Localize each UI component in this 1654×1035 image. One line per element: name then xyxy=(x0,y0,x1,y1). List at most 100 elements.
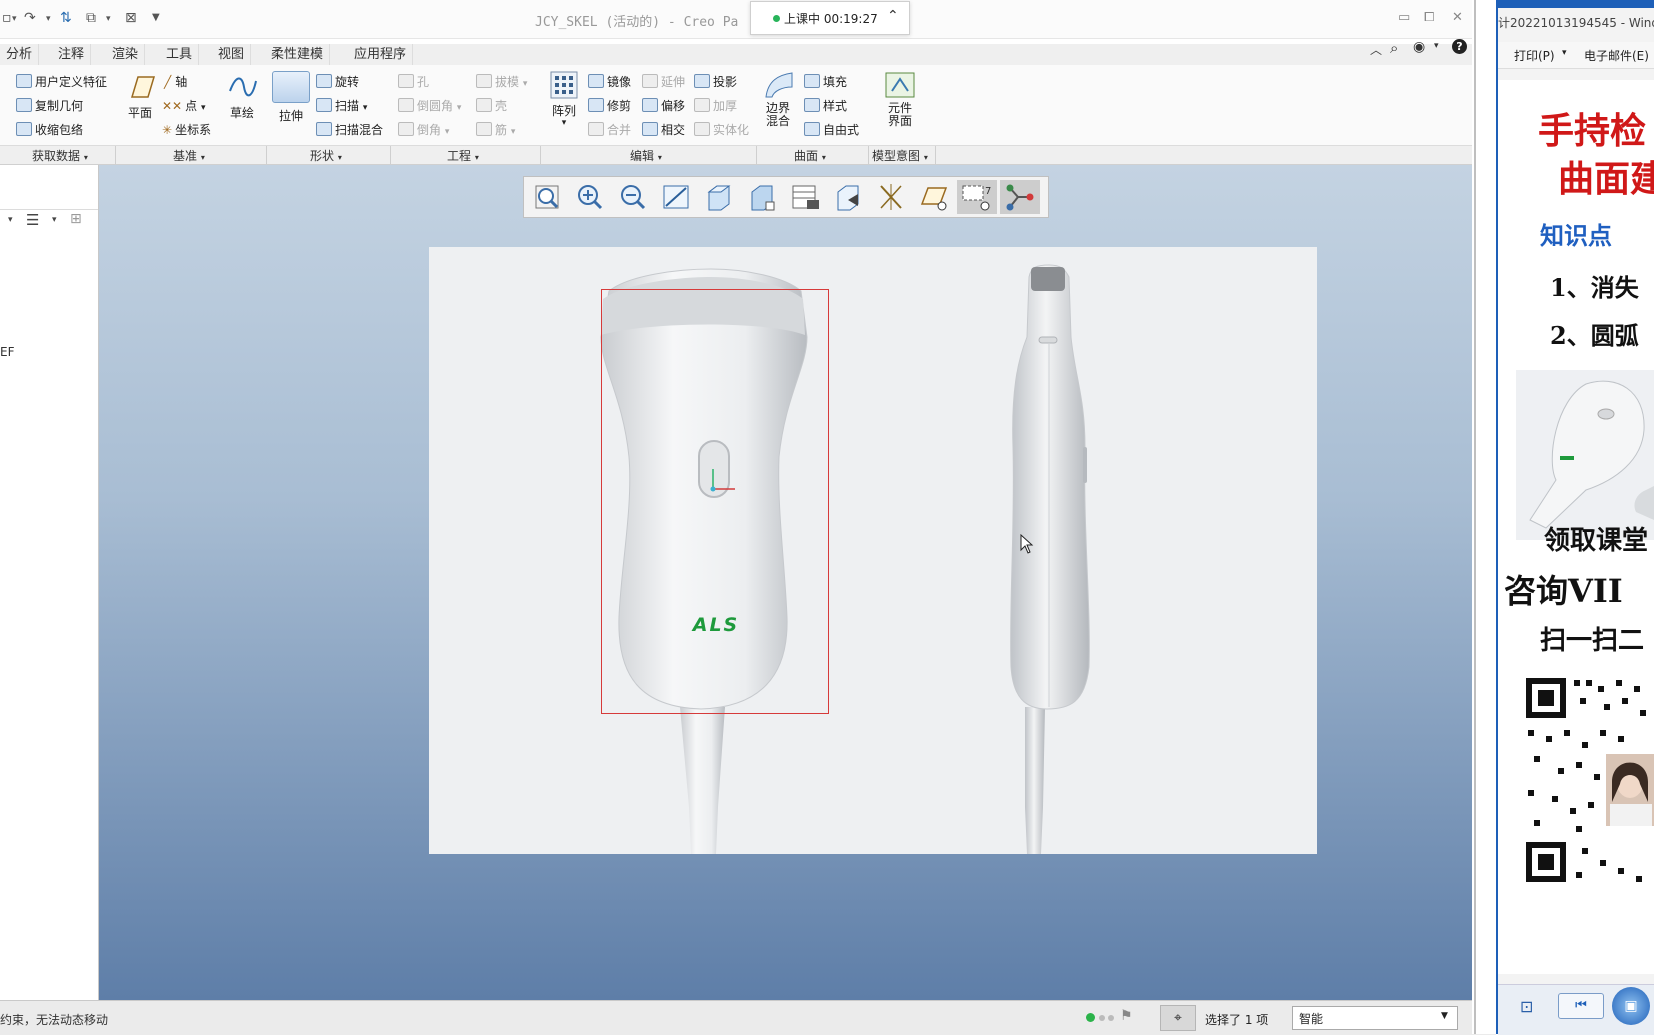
group-engineering[interactable]: 工程 ▾ xyxy=(447,147,479,164)
shell-button[interactable]: 壳 xyxy=(476,97,507,114)
zoom-in-button[interactable] xyxy=(570,180,610,214)
sketch-button[interactable]: 草绘 xyxy=(224,73,260,121)
thicken-button[interactable]: 加厚 xyxy=(694,97,737,114)
recording-timer[interactable]: 上课中 00:19:27 ⌃ xyxy=(750,1,910,35)
freestyle-button[interactable]: 自由式 xyxy=(804,121,859,138)
dropdown-arrow-icon[interactable]: ▾ xyxy=(511,127,516,137)
close-icon[interactable]: ✕ xyxy=(1452,10,1463,25)
flag-icon[interactable]: ⚑ xyxy=(1120,1008,1133,1024)
group-get-data[interactable]: 获取数据 ▾ xyxy=(32,147,88,164)
extrude-button[interactable]: 拉伸 xyxy=(271,71,311,124)
view-manager-button[interactable] xyxy=(785,180,825,214)
fill-button[interactable]: 填充 xyxy=(804,73,847,90)
email-menu[interactable]: 电子邮件(E) xyxy=(1584,47,1649,64)
windows-icon[interactable]: ⧉ xyxy=(86,10,96,26)
minimize-icon[interactable]: ▭ xyxy=(1398,10,1410,25)
tab-view[interactable]: 视图 xyxy=(212,44,252,65)
style-button[interactable]: 样式 xyxy=(804,97,847,114)
offset-button[interactable]: 偏移 xyxy=(642,97,685,114)
group-editing[interactable]: 编辑 ▾ xyxy=(630,147,662,164)
tab-render[interactable]: 渲染 xyxy=(106,44,146,65)
sweep-button[interactable]: 扫描 ▾ xyxy=(316,97,367,114)
selection-filter-dropdown[interactable]: 智能 ▼ xyxy=(1292,1006,1458,1030)
dropdown-arrow-icon[interactable]: ▾ xyxy=(1434,41,1439,51)
tab-annotate[interactable]: 注释 xyxy=(52,44,92,65)
search-icon[interactable]: ⌕ xyxy=(1390,39,1398,57)
redo-icon[interactable]: ↷ xyxy=(24,10,36,26)
zoom-out-button[interactable] xyxy=(613,180,653,214)
group-shapes[interactable]: 形状 ▾ xyxy=(310,147,342,164)
regenerate-icon[interactable]: ⇅ xyxy=(60,10,72,26)
project-button[interactable]: 投影 xyxy=(694,73,737,90)
round-button[interactable]: 倒圆角 ▾ xyxy=(398,97,461,114)
dropdown-arrow-icon[interactable]: ▾ xyxy=(106,14,111,24)
dropdown-arrow-icon[interactable]: ▾ xyxy=(457,103,462,113)
mirror-button[interactable]: 镜像 xyxy=(588,73,631,90)
previous-image-button[interactable]: ⏮ xyxy=(1558,993,1604,1019)
dropdown-arrow-icon[interactable]: ▾ xyxy=(52,215,57,225)
csys-button[interactable]: ✳ 坐标系 xyxy=(162,121,211,138)
revolve-button[interactable]: 旋转 xyxy=(316,73,359,90)
collapse-ribbon-icon[interactable]: ︿ xyxy=(1370,41,1382,58)
pattern-button[interactable]: 阵列 ▾ xyxy=(548,71,580,128)
group-datum[interactable]: 基准 ▾ xyxy=(173,147,205,164)
saved-orientations-button[interactable] xyxy=(742,180,782,214)
maximize-icon[interactable]: ⧠ xyxy=(1424,10,1434,25)
datum-planes-display-button[interactable] xyxy=(914,180,954,214)
tab-analysis[interactable]: 分析 xyxy=(0,44,40,65)
dropdown-arrow-icon[interactable]: ▾ xyxy=(46,14,51,24)
boundary-blend-button[interactable]: 边界 混合 xyxy=(760,71,796,128)
save-icon[interactable]: ▫ xyxy=(2,10,12,26)
play-slideshow-button[interactable]: ▣ xyxy=(1612,987,1650,1025)
intersect-button[interactable]: 相交 xyxy=(642,121,685,138)
dropdown-arrow-icon[interactable]: ▾ xyxy=(445,127,450,137)
tree-settings-icon[interactable]: ☰ xyxy=(26,211,39,229)
spin-center-button[interactable] xyxy=(1000,180,1040,214)
perspective-button[interactable] xyxy=(828,180,868,214)
tab-applications[interactable]: 应用程序 xyxy=(348,44,414,65)
model-render-area[interactable]: ALS xyxy=(429,247,1317,854)
user-defined-feature-button[interactable]: 用户定义特征 xyxy=(16,73,107,90)
find-icon[interactable]: ⌖ xyxy=(1160,1005,1196,1031)
copy-geometry-button[interactable]: 复制几何 xyxy=(16,97,83,114)
swept-blend-button[interactable]: 扫描混合 xyxy=(316,121,383,138)
help-icon[interactable]: ? xyxy=(1452,39,1467,54)
community-icon[interactable]: ◉ xyxy=(1413,39,1425,55)
component-interface-button[interactable]: 元件 界面 xyxy=(880,71,920,128)
draft-button[interactable]: 拔模 ▾ xyxy=(476,73,527,90)
dropdown-arrow-icon[interactable]: ▾ xyxy=(363,103,368,113)
group-surfaces[interactable]: 曲面 ▾ xyxy=(794,147,826,164)
close-window-icon[interactable]: ⊠ xyxy=(125,10,137,26)
plane-button[interactable]: 平面 xyxy=(122,73,158,121)
rib-button[interactable]: 筋 ▾ xyxy=(476,121,515,138)
merge-button[interactable]: 合并 xyxy=(588,121,631,138)
dropdown-arrow-icon[interactable]: ▾ xyxy=(1562,48,1567,58)
dropdown-arrow-icon[interactable]: ▾ xyxy=(523,79,528,89)
repaint-button[interactable] xyxy=(656,180,696,214)
solidify-button[interactable]: 实体化 xyxy=(694,121,749,138)
tab-flexible-modeling[interactable]: 柔性建模 xyxy=(265,44,331,65)
display-style-button[interactable] xyxy=(699,180,739,214)
dropdown-arrow-icon[interactable]: ▾ xyxy=(548,119,580,128)
hole-button[interactable]: 孔 xyxy=(398,73,429,90)
point-button[interactable]: ✕✕ 点 ▾ xyxy=(162,97,205,114)
slideshow-icon[interactable]: ⊡ xyxy=(1520,997,1533,1016)
tab-tools[interactable]: 工具 xyxy=(160,44,200,65)
shrinkwrap-button[interactable]: 收缩包络 xyxy=(16,121,83,138)
refit-button[interactable] xyxy=(527,180,567,214)
customize-toolbar-icon[interactable]: ▼ xyxy=(152,12,160,23)
print-menu[interactable]: 打印(P) xyxy=(1514,47,1555,64)
datum-display-filter-button[interactable] xyxy=(871,180,911,214)
dropdown-arrow-icon[interactable]: ▾ xyxy=(8,215,13,225)
dropdown-arrow-icon[interactable]: ▾ xyxy=(12,14,17,24)
extend-button[interactable]: 延伸 xyxy=(642,73,685,90)
tree-item[interactable]: EF xyxy=(0,345,14,359)
chevron-up-icon[interactable]: ⌃ xyxy=(887,8,899,24)
tree-filter-icon[interactable]: ⊞ xyxy=(70,211,82,227)
trim-button[interactable]: 修剪 xyxy=(588,97,631,114)
axis-button[interactable]: ╱ 轴 xyxy=(164,73,187,90)
dropdown-arrow-icon[interactable]: ▾ xyxy=(201,103,206,113)
chamfer-button[interactable]: 倒角 ▾ xyxy=(398,121,449,138)
annotation-display-button[interactable]: 7 xyxy=(957,180,997,214)
group-model-intent[interactable]: 模型意图 ▾ xyxy=(872,147,928,164)
